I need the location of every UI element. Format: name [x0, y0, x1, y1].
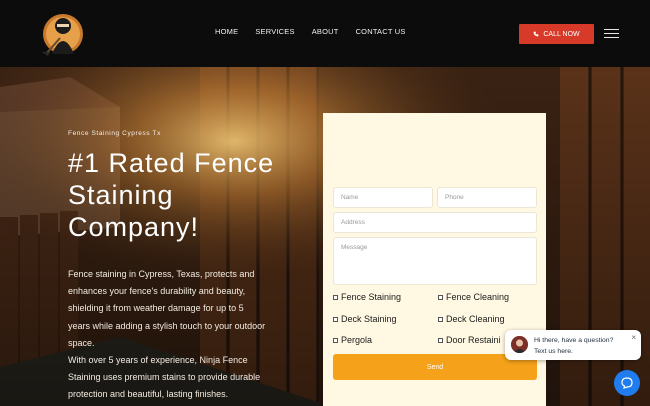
checkbox-box[interactable]	[438, 316, 443, 322]
hero-title: #1 Rated Fence Staining Company!	[68, 147, 308, 243]
checkbox-label: Door Restaini	[446, 335, 501, 345]
nav-contact-us[interactable]: CONTACT US	[356, 27, 406, 36]
main-nav: HOME SERVICES ABOUT CONTACT US	[215, 27, 406, 36]
nav-home[interactable]: HOME	[215, 27, 238, 36]
nav-about[interactable]: ABOUT	[312, 27, 339, 36]
call-now-label: CALL NOW	[543, 30, 580, 38]
hero-title-line: Staining	[68, 180, 174, 210]
chat-icon	[621, 377, 633, 389]
name-input[interactable]: Name	[333, 187, 433, 208]
hero-paragraph-line: With over 5 years of experience, Ninja F…	[68, 355, 248, 366]
address-input[interactable]: Address	[333, 212, 537, 233]
checkbox-label: Deck Cleaning	[446, 314, 505, 324]
chat-line: Text us here.	[534, 348, 573, 355]
checkbox-label: Fence Cleaning	[446, 292, 510, 302]
hero-paragraph-line: space.	[68, 337, 95, 348]
checkbox-fence-staining[interactable]: Fence Staining	[333, 292, 401, 302]
checkbox-label: Pergola	[341, 335, 373, 345]
phone-input[interactable]: Phone	[437, 187, 537, 208]
checkbox-door-restaining[interactable]: Door Restaini	[438, 335, 501, 345]
checkbox-label: Fence Staining	[341, 292, 402, 302]
hero-title-line: #1 Rated Fence	[68, 148, 275, 178]
close-icon[interactable]: ×	[631, 333, 636, 342]
checkbox-box[interactable]	[438, 294, 443, 300]
hero-eyebrow: Fence Staining Cypress Tx	[68, 130, 161, 137]
checkbox-pergola[interactable]: Pergola	[333, 335, 372, 345]
hero-paragraph-line: years while adding a stylish touch to yo…	[68, 320, 266, 331]
hero-paragraph-line: Staining uses premium stains to provide …	[68, 372, 261, 383]
nav-services[interactable]: SERVICES	[255, 27, 294, 36]
hero-paragraph-line: shielding it from weather damage for up …	[68, 303, 244, 314]
message-textarea[interactable]: Message	[333, 237, 537, 285]
hero-paragraph-line: enhances your fence's durability and bea…	[68, 286, 246, 297]
chat-agent-avatar	[511, 336, 528, 353]
phone-icon	[533, 31, 539, 37]
chat-message: Hi there, have a question? Text us here.	[534, 335, 629, 357]
checkbox-box[interactable]	[333, 337, 338, 343]
ninja-logo[interactable]	[40, 8, 86, 58]
checkbox-box[interactable]	[333, 294, 338, 300]
checkbox-deck-staining[interactable]: Deck Staining	[333, 314, 397, 324]
checkbox-fence-cleaning[interactable]: Fence Cleaning	[438, 292, 509, 302]
chat-prompt-bubble[interactable]: Hi there, have a question? Text us here.…	[505, 330, 641, 360]
call-now-button[interactable]: CALL NOW	[519, 24, 594, 44]
checkbox-deck-cleaning[interactable]: Deck Cleaning	[438, 314, 505, 324]
hero-paragraph-line: protection and beautiful, lasting finish…	[68, 389, 229, 400]
site-header: HOME SERVICES ABOUT CONTACT US CALL NOW	[0, 0, 650, 67]
chat-line: Hi there, have a question?	[534, 337, 614, 344]
checkbox-box[interactable]	[333, 316, 338, 322]
hero-paragraph-line: Fence staining in Cypress, Texas, protec…	[68, 269, 255, 279]
checkbox-label: Deck Staining	[341, 314, 397, 324]
chat-launcher-button[interactable]	[614, 370, 640, 396]
hero-title-line: Company!	[68, 212, 200, 242]
checkbox-box[interactable]	[438, 337, 443, 343]
hamburger-menu-icon[interactable]	[604, 29, 619, 38]
hero-paragraph: Fence staining in Cypress, Texas, protec…	[68, 266, 298, 404]
